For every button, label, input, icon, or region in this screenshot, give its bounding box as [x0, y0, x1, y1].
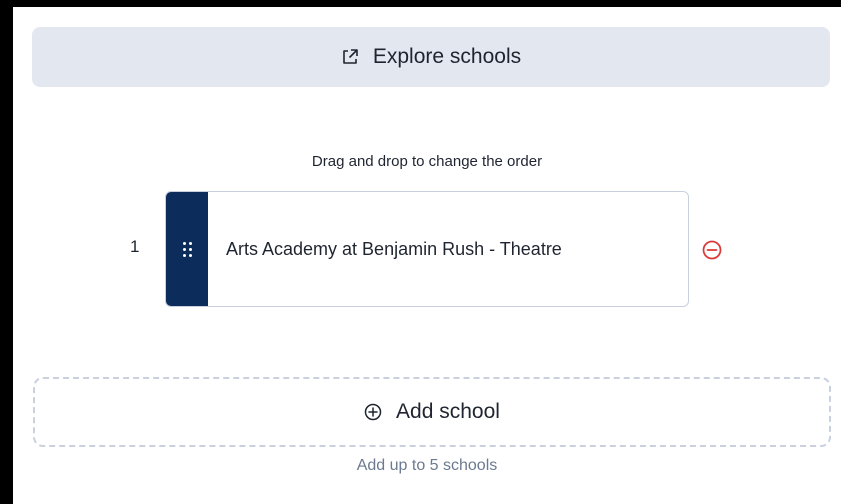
- explore-schools-button[interactable]: Explore schools: [32, 27, 830, 87]
- school-selection-panel: Explore schools Drag and drop to change …: [13, 7, 841, 504]
- school-name: Arts Academy at Benjamin Rush - Theatre: [226, 238, 562, 259]
- plus-circle-icon: [364, 403, 382, 421]
- add-school-button[interactable]: Add school: [33, 377, 831, 447]
- external-link-icon: [343, 49, 358, 64]
- add-limit-note: Add up to 5 schools: [356, 457, 498, 474]
- drag-handle-icon: [182, 241, 192, 257]
- drag-drop-hint: Drag and drop to change the order: [311, 153, 543, 170]
- add-school-label: Add school: [396, 400, 500, 423]
- explore-schools-label: Explore schools: [372, 45, 522, 68]
- school-list-item[interactable]: Arts Academy at Benjamin Rush - Theatre: [165, 191, 689, 307]
- minus-circle-icon[interactable]: [702, 240, 722, 260]
- rank-number: 1: [130, 237, 140, 256]
- drag-handle[interactable]: [166, 192, 208, 306]
